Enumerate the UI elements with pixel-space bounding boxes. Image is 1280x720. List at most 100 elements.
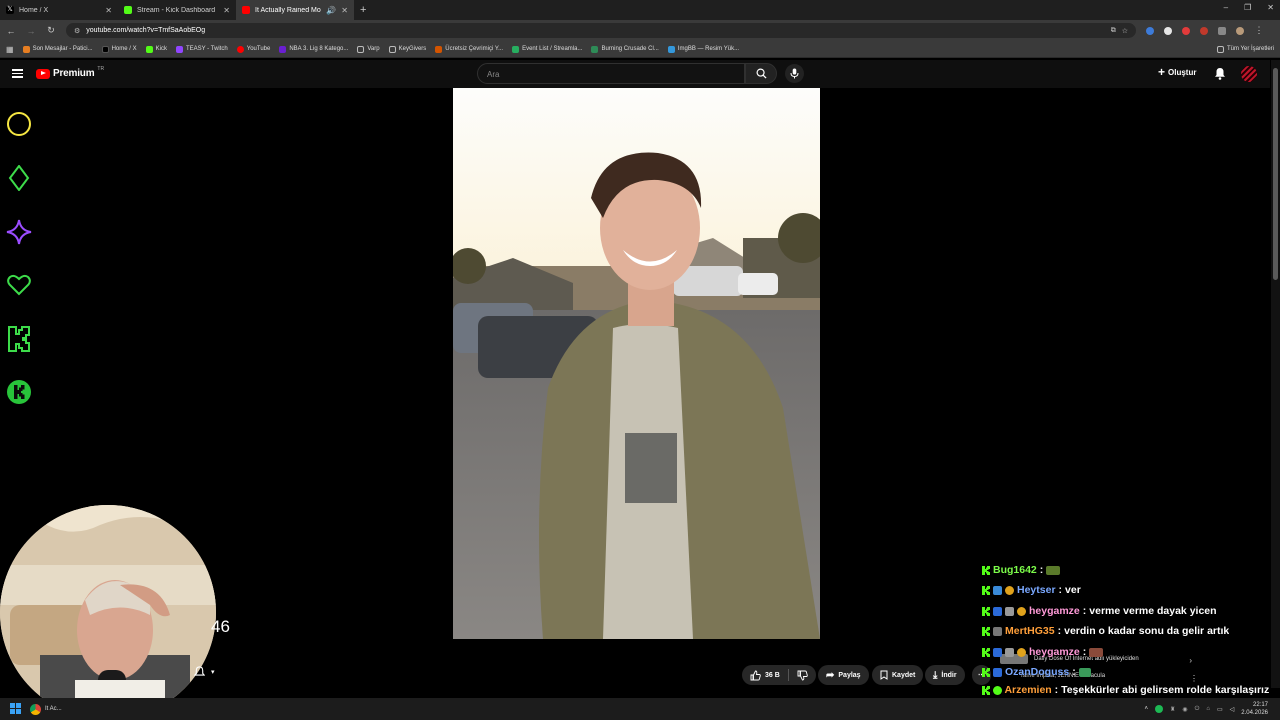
bookmark-item[interactable]: Home / X (101, 45, 137, 53)
bookmark-label: NBA 3. Lig 8 Katego... (289, 46, 349, 52)
bookmark-label: Home / X (111, 46, 137, 52)
browser-tab-home-x[interactable]: 𝕏 Home / X ✕ (0, 0, 118, 20)
bookmark-item[interactable]: Kick (145, 45, 167, 53)
tray-app-icon[interactable] (1154, 705, 1163, 713)
browser-tab-youtube-video[interactable]: It Actually Rained Money - 🔊 ✕ (236, 0, 354, 20)
bookmark-folder[interactable]: Varp (357, 45, 380, 53)
browser-menu-icon[interactable]: ⋮ (1254, 25, 1264, 36)
browser-tab-kick-dashboard[interactable]: Stream - Kick Dashboard ✕ (118, 0, 236, 20)
bookmark-label: Kick (155, 46, 167, 52)
tray-app-icon[interactable]: ⏻ (1195, 706, 1200, 713)
extension-icon[interactable] (1182, 26, 1190, 35)
new-tab-button[interactable]: + (360, 4, 366, 16)
moderator-badge-icon (993, 647, 1002, 657)
bookmark-item[interactable]: NBA 3. Lig 8 Katego... (279, 45, 349, 53)
reload-icon[interactable]: ↻ (46, 25, 56, 36)
address-bar[interactable]: ⚙ youtube.com/watch?v=TmfSaAobEOg ⧉ ☆ (66, 23, 1136, 38)
forward-arrow-icon[interactable]: → (26, 26, 36, 36)
save-button[interactable]: Kaydet (872, 665, 924, 685)
bookmark-label: Event List / Streamla... (522, 46, 583, 52)
chat-separator: : (1057, 625, 1062, 638)
bookmark-item[interactable]: Ücretsiz Çevrimiçi Y... (435, 45, 503, 53)
folder-icon (1216, 45, 1224, 53)
video-player[interactable] (453, 88, 820, 639)
bookmark-item[interactable]: Burning Crusade Cl... (591, 45, 659, 53)
search-button[interactable] (745, 63, 777, 84)
bookmark-star-icon[interactable]: ☆ (1122, 27, 1128, 35)
profile-avatar[interactable] (1236, 26, 1244, 35)
chat-username[interactable]: Bug1642 (993, 564, 1037, 577)
search-input[interactable]: Ara (477, 63, 745, 84)
tray-app-icon[interactable]: ◉ (1182, 706, 1187, 713)
subscribe-bell-button[interactable]: ▾ (194, 666, 215, 678)
taskbar-chrome-app[interactable]: It Ac... (30, 702, 70, 716)
voice-search-button[interactable] (785, 64, 804, 83)
tray-app-icon[interactable]: ⌂ (1206, 706, 1210, 712)
browser-toolbar: ← → ↻ ⚙ youtube.com/watch?v=TmfSaAobEOg … (0, 20, 1280, 41)
chat-message: Bug1642 : (982, 560, 1280, 581)
bookmark-favicon-icon (22, 45, 30, 53)
network-icon[interactable]: ▭ (1217, 706, 1223, 713)
extension-icon[interactable] (1164, 26, 1172, 35)
window-close-button[interactable]: ✕ (1267, 3, 1274, 12)
minimize-button[interactable]: – (1224, 3, 1228, 12)
thumbs-down-icon[interactable] (797, 670, 808, 681)
windows-start-icon[interactable] (10, 703, 21, 714)
kick-badge-icon (982, 668, 990, 678)
bookmark-folder[interactable]: KeyGivers (388, 45, 426, 53)
share-arrow-icon: ➦ (826, 669, 835, 681)
chat-username[interactable]: OzanDoguss (1005, 666, 1069, 679)
chat-separator: : (1082, 645, 1087, 658)
taskbar-app-label: It Ac... (45, 706, 62, 712)
youtube-play-icon (36, 68, 50, 79)
extension-icon[interactable] (1146, 26, 1154, 35)
all-bookmarks-folder[interactable]: Tüm Yer İşaretleri (1216, 45, 1274, 53)
notifications-button[interactable] (1214, 67, 1226, 85)
share-button[interactable]: ➦ Paylaş (818, 665, 869, 685)
speaker-icon[interactable]: 🔊 (326, 6, 336, 15)
tray-app-icon[interactable]: ♜ (1170, 706, 1175, 713)
close-icon[interactable]: ✕ (341, 6, 348, 15)
bookmark-item[interactable]: YouTube (236, 45, 270, 53)
chat-username[interactable]: heygamze (1029, 646, 1080, 659)
bookmark-favicon-icon (667, 45, 675, 53)
thumbs-up-icon (750, 670, 761, 680)
kick-badge-icon (982, 647, 990, 657)
chat-username[interactable]: Heytser (1017, 584, 1056, 597)
taskbar-clock[interactable]: 22:17 2.04.2026 (1241, 701, 1268, 717)
diamond-icon (8, 165, 30, 191)
rocket-badge-icon (1005, 647, 1014, 657)
scrollbar-thumb[interactable] (1273, 68, 1278, 280)
chat-username[interactable]: Arzemien (1004, 684, 1051, 696)
chat-username[interactable]: heygamze (1029, 605, 1080, 618)
close-icon[interactable]: ✕ (105, 6, 112, 15)
chat-username[interactable]: MertHG35 (1005, 625, 1055, 638)
download-button[interactable]: ⤓ İndir (925, 665, 965, 685)
create-button[interactable]: + Oluştur (1158, 66, 1196, 78)
site-info-icon[interactable]: ⚙ (74, 27, 80, 35)
kick-circle-logo-icon (7, 380, 31, 404)
youtube-premium-logo[interactable]: Premium TR (36, 66, 104, 79)
bookmark-item[interactable]: ImgBB — Resim Yük... (667, 45, 739, 53)
install-app-icon[interactable]: ⧉ (1111, 27, 1116, 35)
tab-title: Stream - Kick Dashboard (137, 6, 216, 14)
tray-chevron-up-icon[interactable]: ˄ (1144, 706, 1148, 712)
restore-button[interactable]: ❐ (1244, 3, 1251, 12)
chat-separator: : (1054, 684, 1059, 696)
kick-badge-icon (982, 627, 990, 637)
close-icon[interactable]: ✕ (223, 6, 230, 15)
bookmark-item[interactable]: Event List / Streamla... (512, 45, 583, 53)
account-avatar[interactable] (1241, 66, 1257, 82)
extension-icon[interactable] (1200, 26, 1208, 35)
emote-image-icon (1089, 647, 1104, 657)
bookmark-item[interactable]: Son Mesajlar - Patici... (22, 45, 93, 53)
extensions-puzzle-icon[interactable] (1218, 26, 1226, 35)
chat-separator: : (1082, 604, 1087, 617)
like-button[interactable]: 36 B (742, 665, 816, 685)
bookmark-label: TEASY - Twitch (185, 46, 228, 52)
volume-icon[interactable]: ◁ (1230, 706, 1235, 713)
apps-grid-icon[interactable]: ▦ (6, 45, 14, 54)
hamburger-menu-icon[interactable] (12, 69, 23, 78)
bookmark-item[interactable]: TEASY - Twitch (175, 45, 228, 53)
back-arrow-icon[interactable]: ← (6, 26, 16, 36)
